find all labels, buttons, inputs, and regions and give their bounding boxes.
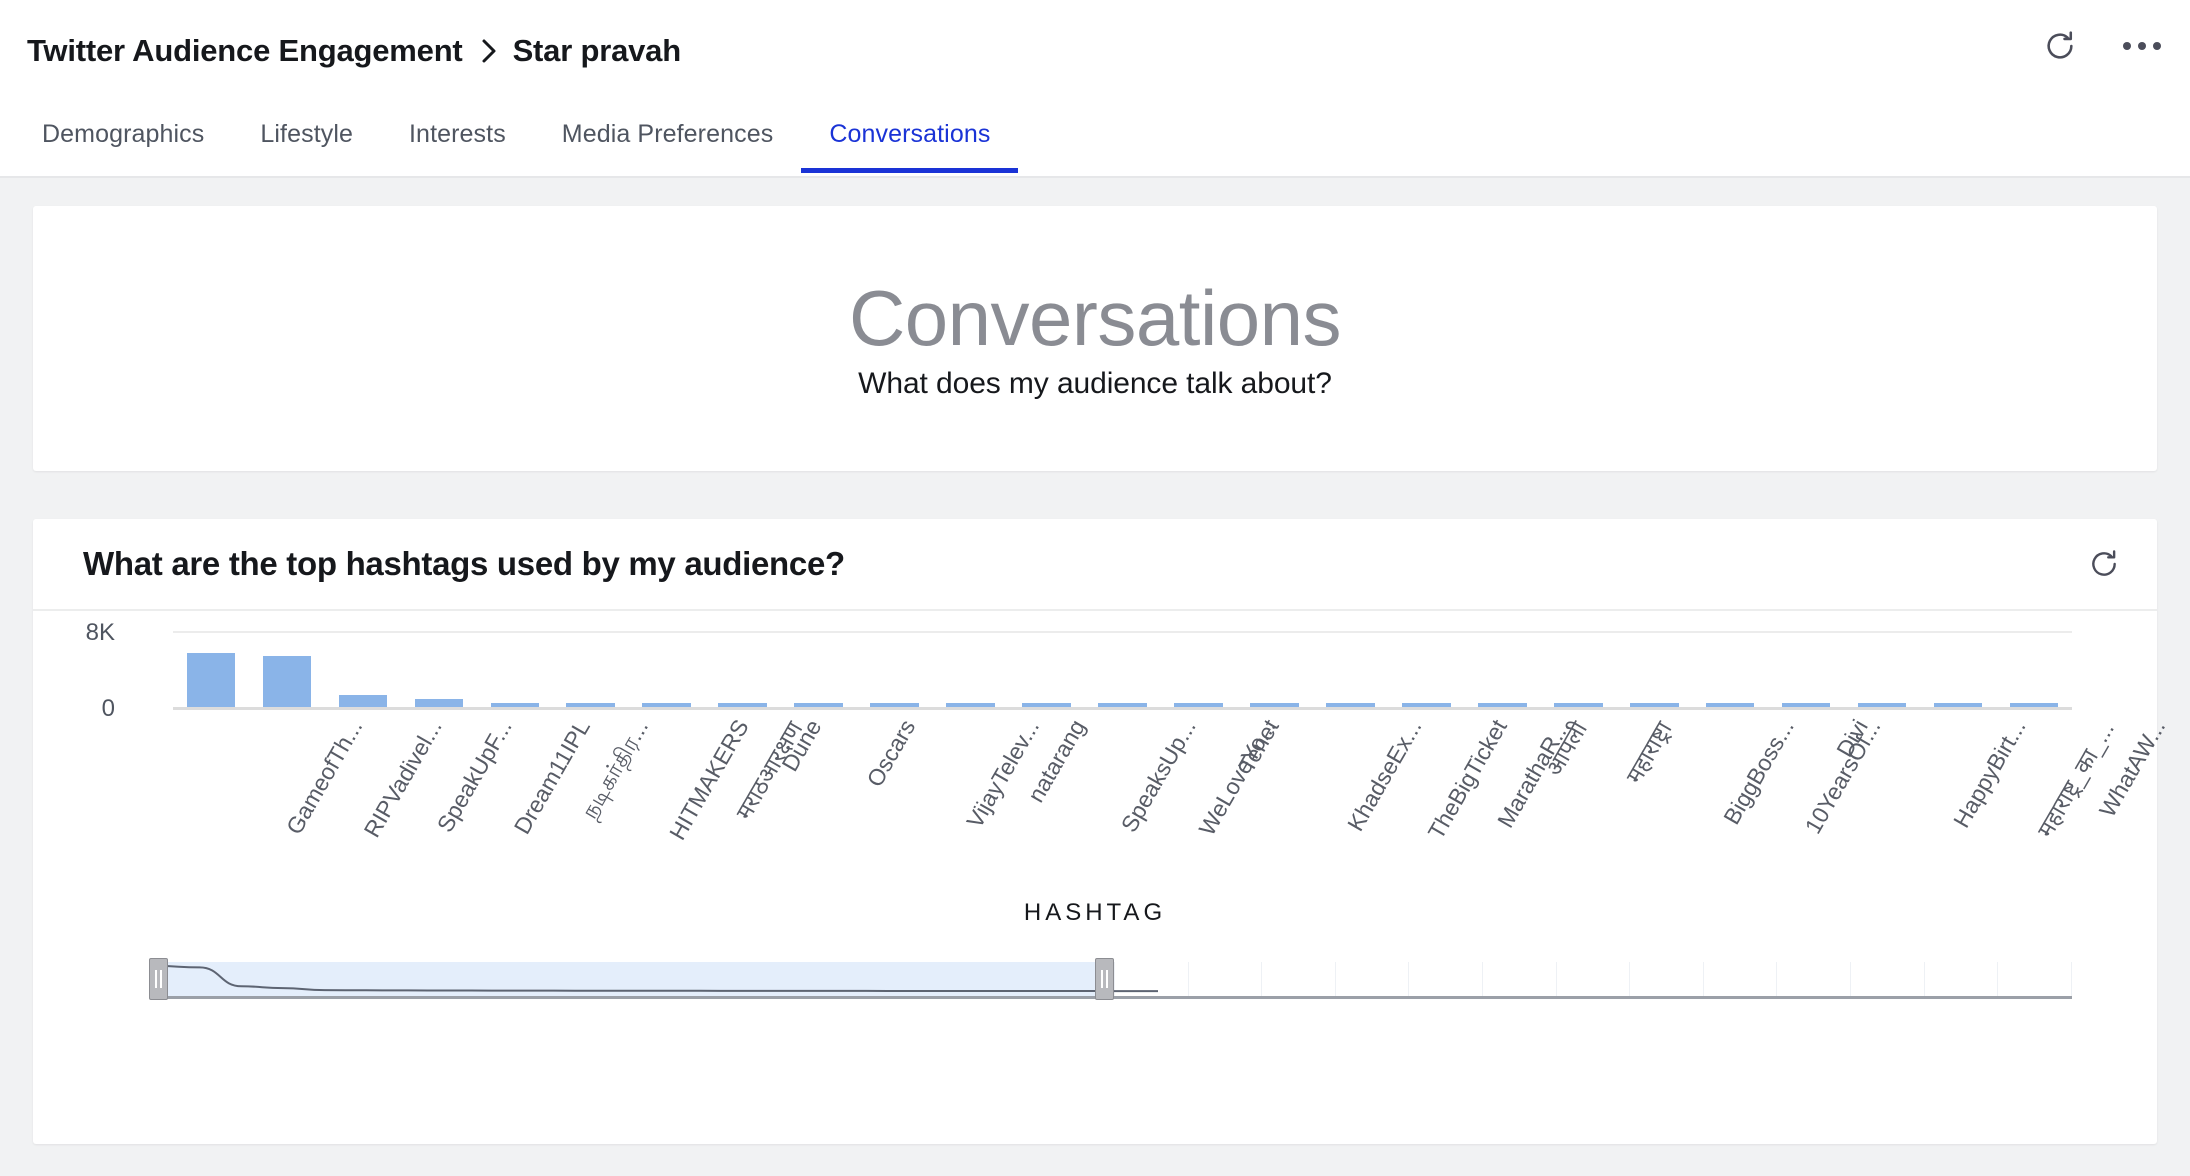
- x-axis-label: VijayTelev...: [960, 715, 1044, 833]
- range-tick: [1336, 962, 1410, 996]
- bar[interactable]: [1326, 703, 1375, 707]
- x-axis-label: Dream11IPL: [508, 715, 595, 839]
- page-subtitle: What does my audience talk about?: [858, 366, 1332, 400]
- axis-baseline: [173, 707, 2072, 710]
- bar[interactable]: [338, 695, 388, 707]
- bar[interactable]: [566, 703, 616, 707]
- range-tick: [1483, 962, 1557, 996]
- range-tick: [1925, 962, 1999, 996]
- x-axis-label: महाराष्ट्रा: [1621, 717, 1677, 788]
- bar[interactable]: [262, 655, 312, 707]
- bar[interactable]: [2009, 703, 2059, 707]
- bar[interactable]: [1477, 703, 1527, 707]
- x-axis-label: TheBigTicket: [1423, 715, 1513, 844]
- refresh-icon[interactable]: [2040, 26, 2080, 66]
- tab-label: Lifestyle: [260, 120, 354, 148]
- y-axis-tick-8k: 8K: [85, 619, 115, 646]
- app-root: Twitter Audience Engagement Star pravah: [0, 0, 2190, 1176]
- range-tick: [1704, 962, 1778, 996]
- top-bar-actions: [2040, 26, 2162, 66]
- chart-card-header: What are the top hashtags used by my aud…: [33, 519, 2157, 611]
- breadcrumb-root[interactable]: Twitter Audience Engagement: [27, 33, 463, 69]
- bar[interactable]: [1553, 703, 1603, 707]
- hashtag-chart-card: What are the top hashtags used by my aud…: [33, 519, 2170, 1144]
- bar[interactable]: [186, 652, 236, 707]
- tab-media-preferences[interactable]: Media Preferences: [534, 102, 802, 171]
- tab-conversations[interactable]: Conversations: [801, 102, 1019, 173]
- x-axis-label: Oscars: [861, 715, 921, 792]
- x-axis-label: HITMAKERS: [663, 715, 754, 845]
- hero-card: Conversations What does my audience talk…: [33, 206, 2157, 471]
- range-tick: [1557, 962, 1631, 996]
- breadcrumb: Twitter Audience Engagement Star pravah: [27, 33, 681, 69]
- bar[interactable]: [1098, 703, 1147, 707]
- x-axis-label: BiggBoss...: [1718, 715, 1800, 829]
- x-axis-title: HASHTAG: [1023, 899, 1167, 926]
- bar[interactable]: [1857, 703, 1907, 707]
- range-tick: [1630, 962, 1704, 996]
- page-title: Conversations: [848, 274, 1342, 363]
- range-handle-left[interactable]: [149, 958, 168, 1000]
- tab-bar: Demographics Lifestyle Interests Media P…: [0, 102, 2190, 178]
- bar[interactable]: [946, 703, 995, 707]
- range-tick: [1262, 962, 1336, 996]
- bar[interactable]: [794, 703, 843, 707]
- x-axis-labels: GameofTh... RIPVadivel... SpeakUpF... Dream…: [173, 715, 2170, 895]
- range-tick: [1409, 962, 1483, 996]
- bar[interactable]: [718, 703, 767, 707]
- x-axis-label: GameofTh...: [280, 715, 368, 839]
- y-axis-tick-0: 0: [101, 695, 115, 722]
- ellipsis-dots: [2123, 42, 2161, 50]
- bar[interactable]: [1933, 703, 1983, 707]
- breadcrumb-current: Star pravah: [512, 33, 682, 68]
- bar-series: [173, 631, 2072, 707]
- more-options-icon[interactable]: [2122, 26, 2162, 66]
- bar[interactable]: [1629, 703, 1679, 707]
- page-body: Conversations What does my audience talk…: [0, 178, 2190, 1174]
- tab-label: Interests: [409, 120, 506, 148]
- bar[interactable]: [1174, 703, 1223, 707]
- range-tick: [1189, 962, 1263, 996]
- chart-range-selector[interactable]: [149, 956, 2072, 1004]
- bar[interactable]: [870, 703, 919, 707]
- tab-label: Demographics: [42, 120, 205, 148]
- range-tick: [1851, 962, 1925, 996]
- bar[interactable]: [490, 703, 540, 707]
- chart-title: What are the top hashtags used by my aud…: [83, 545, 845, 582]
- x-axis-label: KhadseEx...: [1342, 715, 1428, 836]
- bar[interactable]: [1781, 703, 1831, 707]
- bar[interactable]: [1022, 703, 1071, 707]
- top-bar: Twitter Audience Engagement Star pravah: [0, 0, 2190, 102]
- tab-label: Conversations: [829, 120, 991, 148]
- bar-chart: 8K 0 GameofTh... RIPVadivel... SpeakUpF...…: [33, 611, 2170, 1144]
- range-baseline: [158, 996, 2072, 999]
- range-handle-right[interactable]: [1095, 958, 1115, 1000]
- range-tick: [1998, 962, 2072, 996]
- range-overview-line: [158, 962, 1158, 996]
- bar[interactable]: [1705, 703, 1755, 707]
- x-axis-label: HappyBirt...: [1948, 715, 2031, 833]
- x-axis-label: महाराष्ट्र_का_...: [2032, 717, 2120, 842]
- tab-label: Media Preferences: [561, 120, 774, 148]
- tab-interests[interactable]: Interests: [381, 102, 534, 171]
- breadcrumb-chevron-icon: [479, 38, 499, 64]
- bar[interactable]: [1250, 703, 1299, 707]
- bar[interactable]: [642, 703, 692, 707]
- tab-lifestyle[interactable]: Lifestyle: [232, 102, 381, 171]
- tab-demographics[interactable]: Demographics: [14, 102, 232, 171]
- bar[interactable]: [1402, 703, 1451, 707]
- bar[interactable]: [414, 698, 464, 707]
- x-axis-label: SpeaksUp...: [1115, 715, 1201, 837]
- refresh-icon[interactable]: [2084, 544, 2124, 584]
- range-tick: [1777, 962, 1852, 996]
